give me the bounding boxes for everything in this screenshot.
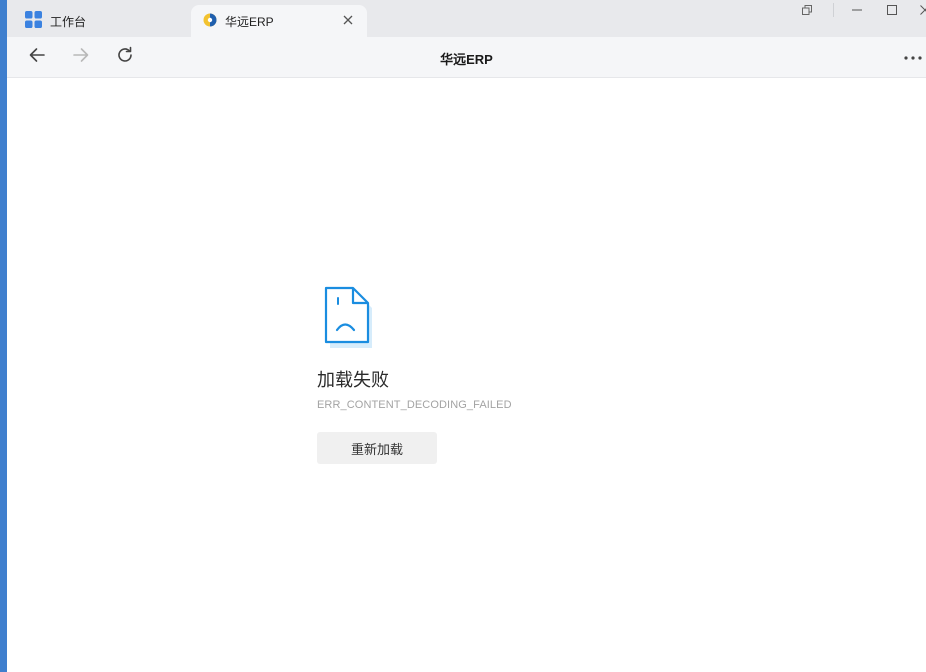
huayuan-logo-icon <box>203 13 217 30</box>
tab-huayuan-erp[interactable]: 华远ERP <box>191 5 367 37</box>
more-menu-button[interactable] <box>902 47 924 67</box>
tab-label: 华远ERP <box>225 14 274 29</box>
reload-page-button[interactable]: 重新加载 <box>317 432 437 464</box>
more-horizontal-icon <box>903 48 923 66</box>
tab-workbench[interactable]: 工作台 <box>17 5 187 37</box>
maximize-icon[interactable] <box>882 2 902 18</box>
close-icon[interactable] <box>341 13 355 27</box>
apps-grid-icon <box>25 11 42 31</box>
page-title: 华远ERP <box>440 52 493 67</box>
close-icon[interactable] <box>915 2 926 18</box>
error-code: ERR_CONTENT_DECODING_FAILED <box>317 399 512 411</box>
error-panel: 加载失败 ERR_CONTENT_DECODING_FAILED 重新加载 <box>317 284 577 464</box>
left-window-edge <box>0 0 7 672</box>
navigation-bar: 华远ERP <box>7 37 926 78</box>
minimize-icon[interactable] <box>847 2 867 18</box>
tab-label: 工作台 <box>50 14 87 29</box>
tab-bar: 工作台 华远ERP <box>7 0 926 37</box>
error-title: 加载失败 <box>317 370 389 390</box>
sad-document-icon <box>317 284 377 350</box>
window-controls-divider <box>833 3 834 17</box>
restore-popout-icon[interactable] <box>797 2 817 18</box>
